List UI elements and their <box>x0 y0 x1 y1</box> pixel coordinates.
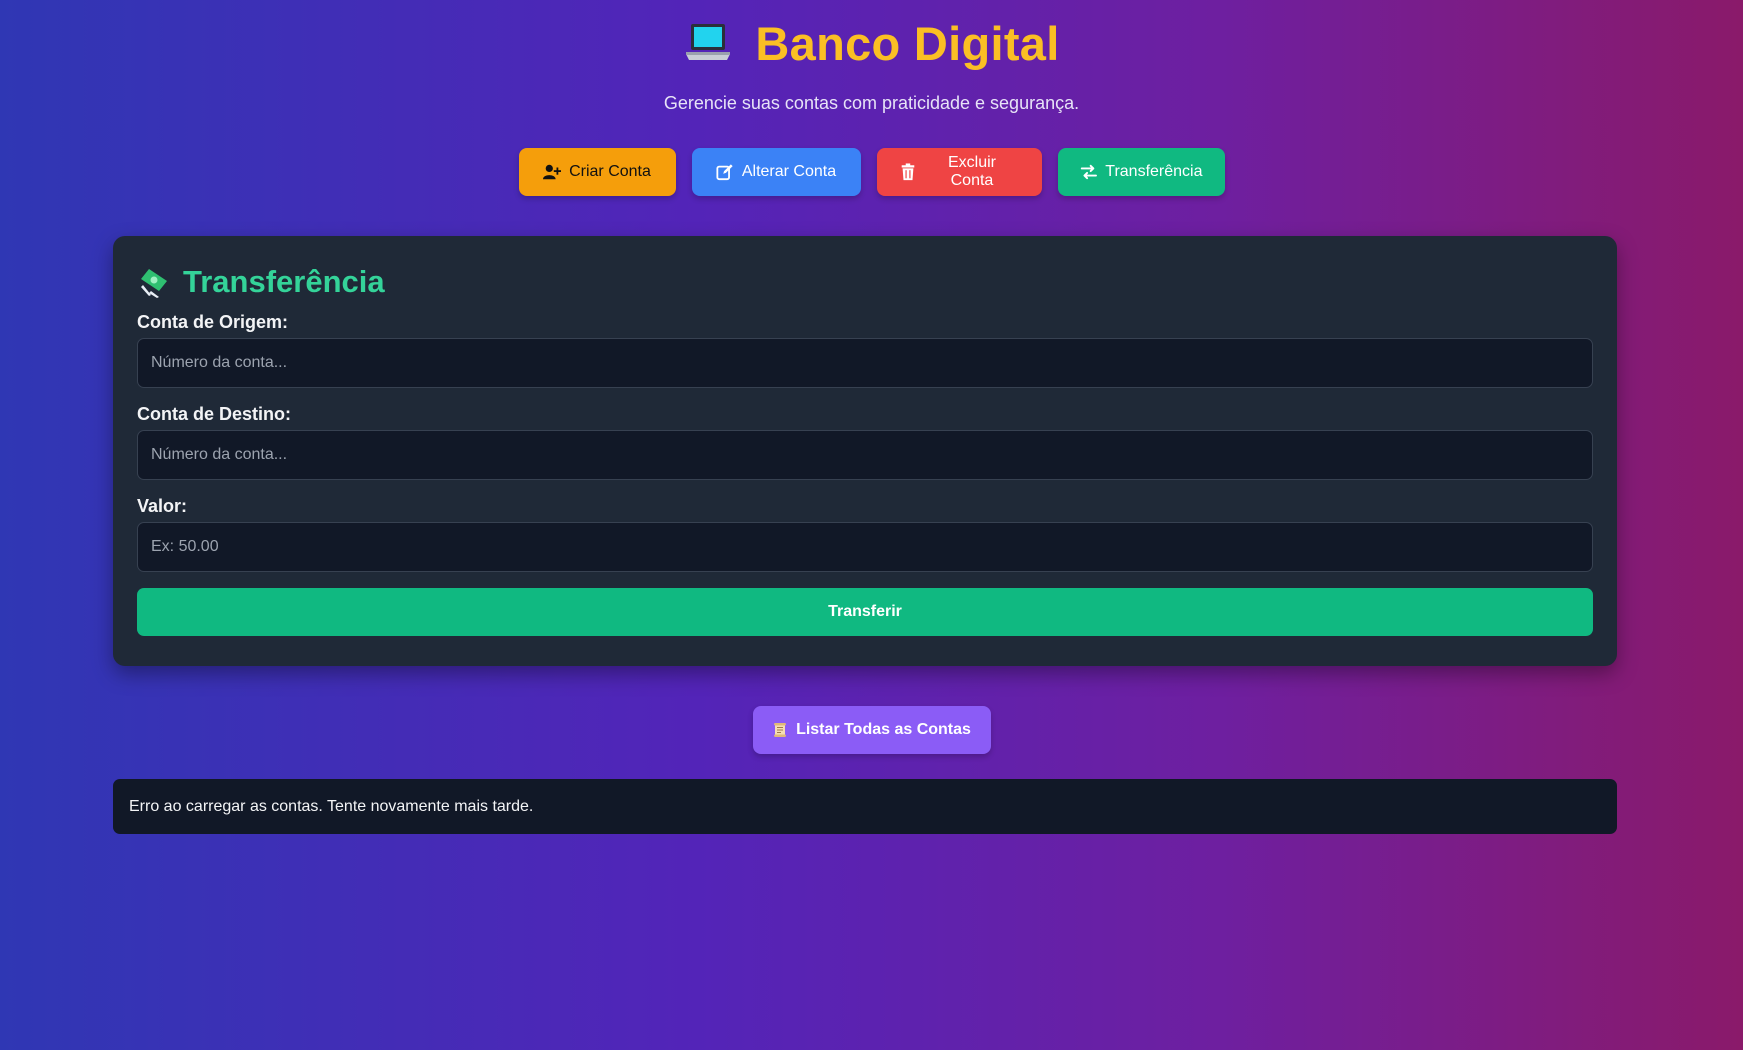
trash-icon <box>901 163 914 181</box>
action-bar: Criar Conta Alterar Conta Excluir Conta … <box>0 148 1743 196</box>
transfer-card: Transferência Conta de Origem: Conta de … <box>113 236 1617 666</box>
list-accounts-button[interactable]: Listar Todas as Contas <box>752 706 991 754</box>
submit-transfer-button[interactable]: Transferir <box>137 588 1593 636</box>
origin-account-input[interactable] <box>137 338 1593 388</box>
origin-account-label: Conta de Origem: <box>137 312 289 332</box>
destination-field-group: Conta de Destino: <box>137 404 1593 480</box>
status-message: Erro ao carregar as contas. Tente novame… <box>129 797 534 815</box>
transfer-label: Transferência <box>1105 163 1203 180</box>
card-title: Transferência <box>183 264 385 299</box>
create-account-button[interactable]: Criar Conta <box>518 148 676 196</box>
transfer-button[interactable]: Transferência <box>1057 148 1225 196</box>
exchange-icon <box>1080 164 1097 180</box>
money-wings-icon <box>141 269 167 298</box>
delete-account-label: Excluir Conta <box>947 154 996 189</box>
page-header: Banco Digital Gerencie suas contas com p… <box>0 14 1743 114</box>
title-row: Banco Digital <box>683 14 1059 72</box>
amount-input[interactable] <box>137 522 1593 572</box>
origin-field-group: Conta de Origem: <box>137 312 1593 388</box>
create-account-label: Criar Conta <box>569 163 651 180</box>
amount-field-group: Valor: <box>137 496 1593 572</box>
edit-account-button[interactable]: Alterar Conta <box>691 148 861 196</box>
page-subtitle: Gerencie suas contas com praticidade e s… <box>663 93 1080 113</box>
list-accounts-label: Listar Todas as Contas <box>796 721 971 738</box>
card-header: Transferência <box>137 262 1593 302</box>
user-plus-icon <box>543 164 562 180</box>
edit-account-label: Alterar Conta <box>741 163 837 180</box>
destination-account-label: Conta de Destino: <box>137 404 292 424</box>
delete-account-button[interactable]: Excluir Conta <box>876 148 1042 196</box>
laptop-icon <box>683 18 733 68</box>
edit-icon <box>716 164 733 181</box>
scroll-icon <box>774 723 787 737</box>
amount-label: Valor: <box>137 496 188 516</box>
list-accounts-wrap: Listar Todas as Contas <box>0 706 1743 754</box>
page-title: Banco Digital <box>755 16 1060 70</box>
status-message-box: Erro ao carregar as contas. Tente novame… <box>113 779 1617 834</box>
destination-account-input[interactable] <box>137 430 1593 480</box>
